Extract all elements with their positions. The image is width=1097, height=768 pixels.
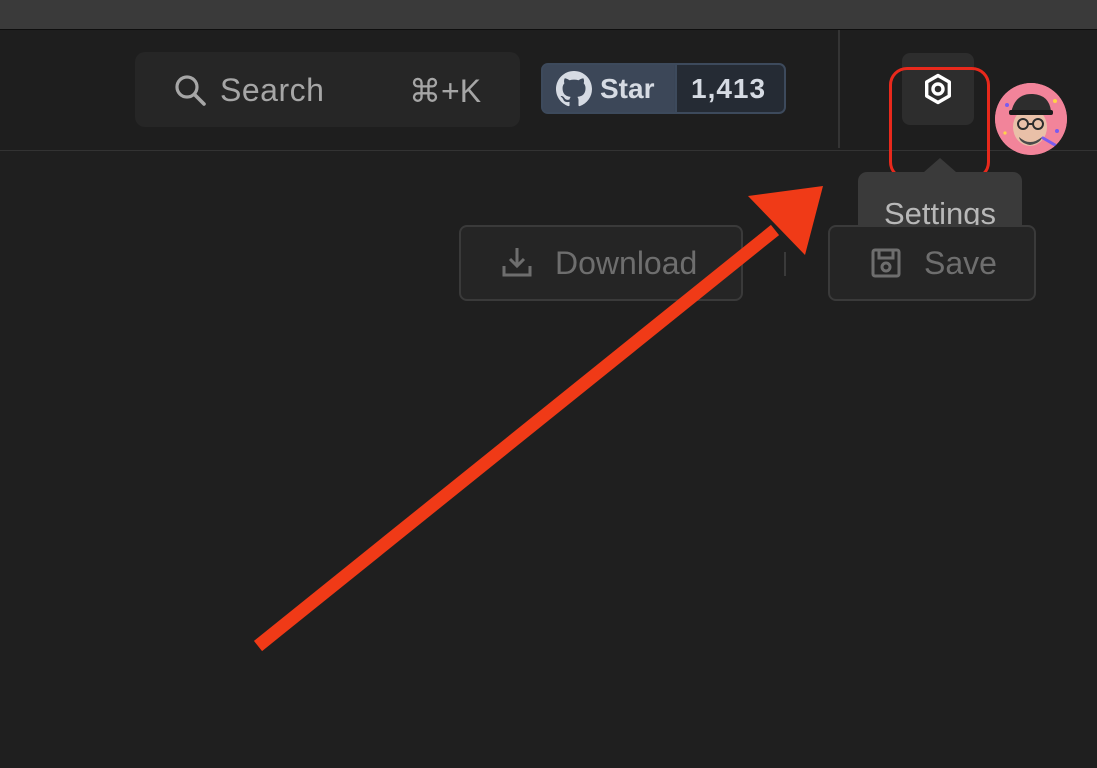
search-button[interactable]: Search ⌘+K xyxy=(135,52,520,127)
save-button[interactable]: Save xyxy=(828,225,1036,301)
download-label: Download xyxy=(555,245,698,281)
github-icon xyxy=(556,71,592,107)
github-star-badge[interactable]: Star 1,413 xyxy=(541,63,786,114)
save-label: Save xyxy=(924,245,997,281)
top-header: Search ⌘+K Star 1,413 xyxy=(0,30,1097,180)
save-icon xyxy=(871,248,901,278)
search-label: Search xyxy=(220,72,325,108)
search-icon xyxy=(175,75,206,106)
window-title-bar xyxy=(0,0,1097,30)
download-icon xyxy=(502,248,532,277)
github-star-count[interactable]: 1,413 xyxy=(675,65,784,112)
user-avatar[interactable] xyxy=(995,83,1067,155)
github-star-count-label: 1,413 xyxy=(691,73,767,104)
avatar-image xyxy=(995,83,1067,155)
search-shortcut: ⌘+K xyxy=(409,73,482,109)
github-star-label: Star xyxy=(600,73,655,104)
github-star-button[interactable]: Star xyxy=(543,65,674,112)
download-button[interactable]: Download xyxy=(459,225,743,301)
toolbar-separator xyxy=(784,252,786,276)
header-divider xyxy=(838,30,840,148)
